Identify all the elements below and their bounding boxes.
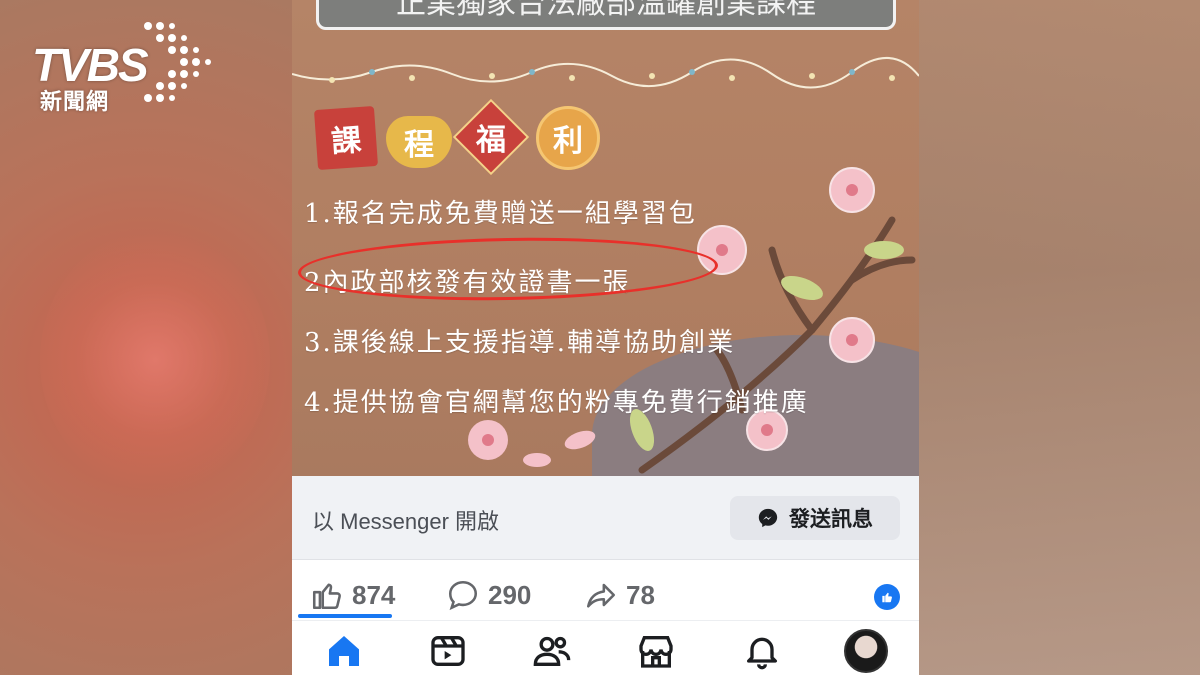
- nav-profile[interactable]: [842, 629, 890, 673]
- comment-count: 290: [488, 579, 532, 610]
- nav-marketplace[interactable]: [632, 629, 680, 673]
- home-icon: [329, 636, 359, 666]
- badge-ke: 課: [313, 105, 379, 171]
- thumbs-up-badge-icon: [882, 592, 892, 603]
- benefit-item-1: 1.報名完成免費贈送一組學習包: [304, 199, 697, 229]
- messenger-icon: [758, 508, 778, 528]
- comment-icon: [448, 580, 478, 611]
- like-reaction-badge: [874, 584, 900, 610]
- share-icon: [586, 583, 616, 608]
- string-lights-icon: [292, 57, 919, 89]
- video-icon: [431, 636, 465, 666]
- post-image[interactable]: 正業獨家台法廠部溫罐創業課程 課 程 福 利 1.報名完成免費贈送一組學習包 2…: [292, 0, 919, 476]
- course-banner: 正業獨家台法廠部溫罐創業課程: [316, 0, 896, 30]
- logo-dots-icon: [144, 22, 211, 102]
- badge-li: 利: [536, 106, 600, 170]
- badge-fu: 福: [452, 98, 530, 176]
- comment-button[interactable]: 290: [446, 578, 531, 612]
- phone-screen: 正業獨家台法廠部溫罐創業課程 課 程 福 利 1.報名完成免費贈送一組學習包 2…: [292, 0, 919, 675]
- thumbs-up-icon: [312, 583, 341, 610]
- marketplace-icon: [639, 636, 673, 668]
- badge-cheng: 程: [386, 116, 452, 168]
- nav-video[interactable]: [424, 629, 472, 673]
- tvbs-logo: TVBS 新聞網: [28, 18, 213, 118]
- like-active-indicator: [298, 614, 392, 618]
- avatar: [844, 629, 888, 673]
- send-message-label: 發送訊息: [789, 507, 873, 531]
- like-count: 874: [352, 579, 396, 610]
- background-right: [910, 0, 1200, 675]
- messenger-label: 以 Messenger 開啟: [312, 509, 500, 534]
- reactions-bar: 874 290 78: [292, 560, 919, 620]
- share-button[interactable]: 78: [584, 578, 655, 612]
- benefit-item-4: 4.提供協會官網幫您的粉專免費行銷推廣: [304, 388, 809, 418]
- bottom-nav: [292, 620, 919, 675]
- cherry-petals-icon: [468, 420, 596, 467]
- background-blur-blob: [40, 230, 270, 490]
- like-button[interactable]: 874: [310, 578, 395, 612]
- benefit-item-3: 3.課後線上支援指導.輔導協助創業: [304, 328, 736, 358]
- nav-home[interactable]: [320, 629, 368, 673]
- logo-subtitle: 新聞網: [40, 90, 110, 115]
- nav-notifications[interactable]: [738, 629, 786, 673]
- nav-friends[interactable]: [528, 629, 576, 673]
- messenger-bar: 以 Messenger 開啟 發送訊息: [292, 476, 919, 560]
- friends-icon: [533, 636, 571, 666]
- send-message-button[interactable]: 發送訊息: [730, 496, 900, 540]
- bell-icon: [747, 637, 777, 670]
- share-count: 78: [626, 579, 655, 610]
- badge-fu-text: 福: [476, 123, 506, 158]
